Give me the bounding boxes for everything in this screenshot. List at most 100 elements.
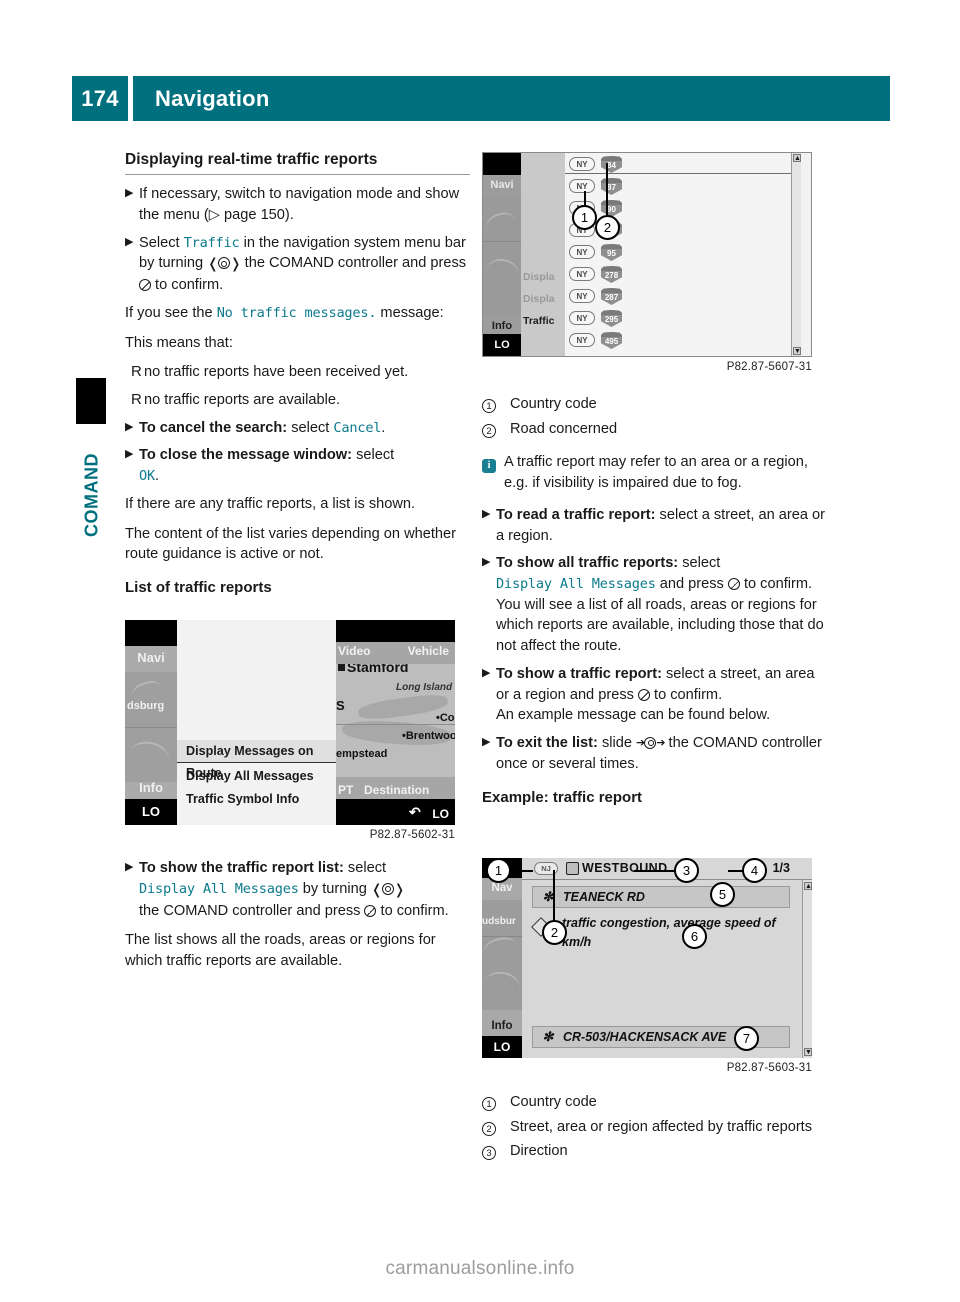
step-triangle-icon: ▶ xyxy=(125,235,134,248)
figure-caption: P82.87-5602-31 xyxy=(369,829,455,841)
callout-1: 1 xyxy=(572,205,597,230)
menu-item-traffic-symbol-info[interactable]: Traffic Symbol Info xyxy=(177,788,336,811)
step-text-part: . xyxy=(154,468,160,485)
legend-row: 1 Country code xyxy=(482,394,827,416)
right-column: 1 Country code 2 Road concerned i A traf… xyxy=(482,388,827,814)
step-lead-in: To show all traffic reports: xyxy=(496,555,679,572)
list-row-shield-1[interactable]: 84 xyxy=(601,156,622,173)
step-triangle-icon: ▶ xyxy=(125,420,134,433)
step-text-part: . xyxy=(381,419,386,436)
callout-leader-1 xyxy=(509,870,533,872)
step-text-part: ). xyxy=(284,206,294,223)
rail-map-thumb xyxy=(483,197,522,317)
bullet-text: no traffic reports have been received ye… xyxy=(144,364,409,381)
dim-menu-item-2: Displa xyxy=(523,293,555,305)
press-controller-icon xyxy=(637,688,650,701)
list-row-shield-9[interactable]: 495 xyxy=(601,332,622,349)
paragraph-part: message: xyxy=(376,304,444,321)
menu-item-display-messages-on-route[interactable]: Display Messages on Route xyxy=(177,740,336,780)
dim-menu-item-3: Traffic xyxy=(523,315,555,327)
step-lead-in: To show the traffic report list: xyxy=(139,860,344,876)
menu-item-display-all-messages[interactable]: Display All Messages xyxy=(177,765,336,788)
list-scrollbar[interactable]: ▲ ▼ xyxy=(791,153,801,356)
list-row-shield-5[interactable]: 95 xyxy=(601,244,622,261)
callout-3: 3 xyxy=(674,858,699,883)
scroll-up-icon[interactable]: ▲ xyxy=(793,154,801,162)
list-row-shield-6[interactable]: 278 xyxy=(601,266,622,283)
step-exit-the-list: ▶ To exit the list: slide ➔ ➔ the COMAND … xyxy=(482,733,827,774)
list-row-country-6[interactable]: NY xyxy=(569,267,595,281)
list-row-country-7[interactable]: NY xyxy=(569,289,595,303)
turn-controller-icon: ❬ ❭ xyxy=(370,881,405,898)
paragraph-list-shows-roads: The list shows all the roads, areas or r… xyxy=(125,932,436,970)
map-menu-vehicle[interactable]: Vehicle xyxy=(408,644,449,658)
list-row-country-8[interactable]: NY xyxy=(569,311,595,325)
map-place-s: S xyxy=(336,698,345,713)
report-scrollbar[interactable]: ▲ ▼ xyxy=(802,880,812,1058)
report-panel: NJ WESTBOUND 1/3 ✻ TEANECK RD traffic co… xyxy=(522,858,812,1058)
callout-1: 1 xyxy=(486,858,511,883)
step-show-a-traffic-report: ▶ To show a traffic report: select a str… xyxy=(482,664,827,726)
step-text: To close the message window: select OK. xyxy=(139,445,470,486)
list-row-shield-7[interactable]: 287 xyxy=(601,288,622,305)
map-place-hempstead: empstead xyxy=(336,748,388,760)
step-triangle-icon: ▶ xyxy=(125,861,134,873)
paragraph-no-traffic-message: If you see the No traffic messages. mess… xyxy=(125,303,470,324)
comand-display-menu: Navi dsburg Info LO Video Vehicle Stamfo… xyxy=(125,620,455,825)
side-tab-label: COMAND xyxy=(81,453,102,537)
report-street-top[interactable]: ✻ TEANECK RD xyxy=(532,886,790,908)
rail-label-navi[interactable]: Navi xyxy=(483,179,521,191)
step-triangle-icon: ▶ xyxy=(125,448,134,461)
rail-label-info[interactable]: Info xyxy=(483,320,521,332)
step-switch-navigation-mode: ▶ If necessary, switch to navigation mod… xyxy=(125,184,470,225)
side-marker-block xyxy=(76,378,106,424)
rail-label-navi[interactable]: Navi xyxy=(125,650,177,665)
map-place-brentwood: •Brentwood xyxy=(402,730,455,742)
ui-term-display-all-messages: Display All Messages xyxy=(496,576,656,593)
rail-label-info[interactable]: Info xyxy=(125,780,177,795)
report-page-indicator: 1/3 xyxy=(772,861,790,875)
left-column: Displaying real-time traffic reports ▶ I… xyxy=(125,150,470,604)
ui-term-display-all-messages: Display All Messages xyxy=(139,880,299,897)
paragraph-content-varies: The content of the list varies depending… xyxy=(125,525,457,563)
subsection-title-list-of-traffic-reports: List of traffic reports xyxy=(125,579,272,597)
map-menu-pt[interactable]: PT xyxy=(338,783,353,797)
legend-number: 1 xyxy=(482,1092,510,1114)
map-menu-video[interactable]: Video xyxy=(338,644,370,658)
list-highlight-separator xyxy=(565,173,801,174)
list-row-shield-2[interactable]: 87 xyxy=(601,178,622,195)
list-row-country-9[interactable]: NY xyxy=(569,333,595,347)
legend-number: 2 xyxy=(482,1117,510,1139)
map-place-long-island: Long Island xyxy=(396,682,453,693)
list-row-shield-8[interactable]: 295 xyxy=(601,310,622,327)
paragraph-part: If you see the xyxy=(125,304,217,321)
section-title-displaying-reports: Displaying real-time traffic reports xyxy=(125,150,470,176)
comand-display-list: Navi Info LO Displa Displa Traffic NY 84… xyxy=(482,152,812,357)
rail-label-nav[interactable]: Nav xyxy=(482,882,522,894)
page-number: 174 xyxy=(72,76,128,121)
list-row-country-5[interactable]: NY xyxy=(569,245,595,259)
left-column-lower: ▶ To show the traffic report list: selec… xyxy=(125,858,470,981)
rail-label-lo: LO xyxy=(125,799,177,825)
figure-traffic-report-list: Navi Info LO Displa Displa Traffic NY 84… xyxy=(482,152,812,373)
scroll-down-icon[interactable]: ▼ xyxy=(793,347,801,355)
rail-label-info[interactable]: Info xyxy=(482,1020,522,1032)
scroll-down-icon[interactable]: ▼ xyxy=(804,1048,812,1056)
comand-display-example: Nav udsbur Info LO NJ WESTBOUND 1/3 ✻ TE… xyxy=(482,858,812,1058)
nav-rail: Nav udsbur Info LO xyxy=(482,858,523,1058)
bullet-no-reports-available: R no traffic reports are available. xyxy=(125,390,470,411)
step-text-part: select xyxy=(352,447,395,464)
step-lead-in: To cancel the search: xyxy=(139,419,288,436)
rail-map-thumb: udsbur xyxy=(482,900,523,1010)
figure-caption: P82.87-5603-31 xyxy=(726,1062,812,1074)
list-row-country-1[interactable]: NY xyxy=(569,157,595,171)
right-column-legend: 1 Country code 2 Street, area or region … xyxy=(482,1086,827,1166)
traffic-list-area: NY 84 NY 87 NY 90 NY NY 95 NY 278 NY 287… xyxy=(565,153,801,356)
map-menu-destination[interactable]: Destination xyxy=(364,783,429,797)
step-text-part: select xyxy=(287,419,334,436)
scroll-up-icon[interactable]: ▲ xyxy=(804,882,812,890)
rail-label-lo: LO xyxy=(482,1036,522,1058)
list-row-country-2[interactable]: NY xyxy=(569,179,595,193)
step-text-part: select xyxy=(343,860,387,876)
legend-label: Street, area or region affected by traff… xyxy=(510,1118,813,1135)
